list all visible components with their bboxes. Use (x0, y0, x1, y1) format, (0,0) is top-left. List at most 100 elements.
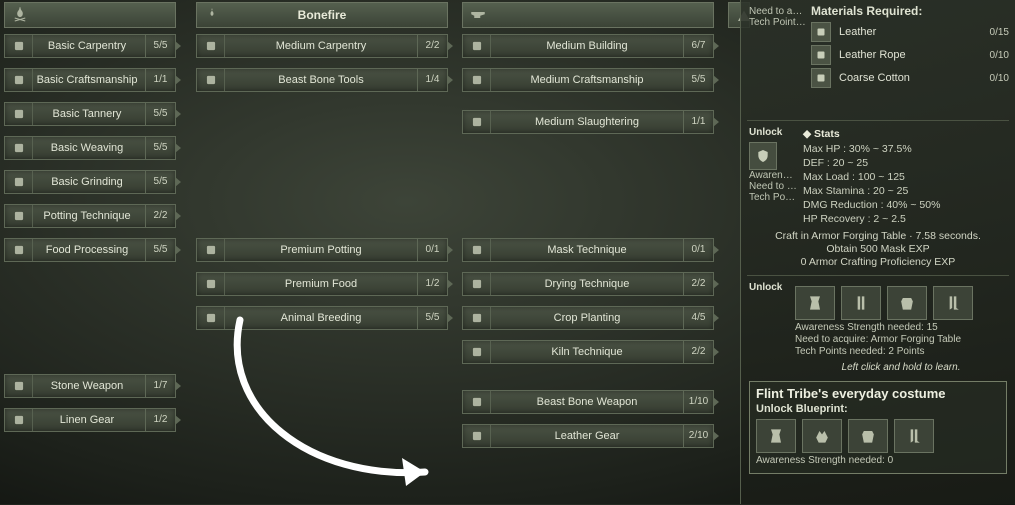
tech-node[interactable]: Leather Gear 2/10 (462, 424, 714, 448)
gear-slot-4[interactable] (933, 286, 973, 320)
tech-node[interactable]: Basic Carpentry 5/5 (4, 34, 176, 58)
material-icon (811, 22, 831, 42)
tech-label: Kiln Technique (491, 346, 683, 358)
tech-node[interactable]: Food Processing 5/5 (4, 238, 176, 262)
tech-label: Drying Technique (491, 278, 683, 290)
tech-icon (5, 171, 33, 193)
unlock-label-2: Unlock (749, 282, 789, 293)
tech-node[interactable]: Basic Weaving 5/5 (4, 136, 176, 160)
tech-node[interactable]: Medium Carpentry 2/2 (196, 34, 448, 58)
tech-progress: 5/5 (683, 69, 713, 91)
tech-progress: 4/5 (683, 307, 713, 329)
armor-icon (749, 142, 777, 170)
costume-box: Flint Tribe's everyday costume Unlock Bl… (749, 381, 1007, 474)
unlock-slots (795, 286, 1007, 320)
tech-label: Basic Weaving (33, 142, 145, 154)
blueprint-slot-4[interactable] (894, 419, 934, 453)
requirements: Awareness Strength needed: 15Need to acq… (795, 322, 1007, 358)
bonefire-icon (203, 6, 221, 24)
tech-node[interactable]: Drying Technique 2/2 (462, 272, 714, 296)
tech-node[interactable]: Basic Tannery 5/5 (4, 102, 176, 126)
tech-node[interactable]: Basic Grinding 5/5 (4, 170, 176, 194)
tech-label: Beast Bone Tools (225, 74, 417, 86)
stats-list: ◆ Stats Max HP : 30% ~ 37.5%DEF : 20 ~ 2… (803, 127, 1007, 226)
tech-node[interactable]: Stone Weapon 1/7 (4, 374, 176, 398)
tech-progress: 5/5 (145, 239, 175, 261)
tech-icon (463, 273, 491, 295)
tech-progress: 2/2 (417, 35, 447, 57)
tech-progress: 5/5 (145, 171, 175, 193)
material-icon (811, 68, 831, 88)
awareness-line: Awarene… (749, 170, 797, 181)
tech-label: Medium Carpentry (225, 40, 417, 52)
column-title: Bonefire (298, 8, 347, 22)
tech-label: Potting Technique (33, 210, 145, 222)
tech-progress: 1/10 (683, 391, 713, 413)
tech-node[interactable]: Beast Bone Weapon 1/10 (462, 390, 714, 414)
tech-node[interactable]: Kiln Technique 2/2 (462, 340, 714, 364)
tech-progress: 5/5 (417, 307, 447, 329)
tech-progress: 1/7 (145, 375, 175, 397)
tech-progress: 2/2 (683, 341, 713, 363)
stat-line: Max Stamina : 20 ~ 25 (803, 184, 1007, 198)
gear-slot-3[interactable] (887, 286, 927, 320)
gear-slot-2[interactable] (841, 286, 881, 320)
material-name: Leather Rope (839, 49, 982, 61)
tech-label: Medium Slaughtering (491, 116, 683, 128)
tech-progress: 2/2 (145, 205, 175, 227)
blueprint-slot-3[interactable] (848, 419, 888, 453)
tech-icon (197, 307, 225, 329)
tech-tree: Basic Carpentry 5/5 Basic Craftsmanship … (0, 0, 740, 504)
tech-node[interactable]: Basic Craftsmanship 1/1 (4, 68, 176, 92)
stat-line: DEF : 20 ~ 25 (803, 156, 1007, 170)
tech-column-3: Medium Building 6/7 Medium Craftsmanship… (458, 0, 718, 504)
tech-progress: 6/7 (683, 35, 713, 57)
costume-req: Awareness Strength needed: 0 (756, 455, 1000, 467)
tech-node[interactable]: Linen Gear 1/2 (4, 408, 176, 432)
tech-label: Medium Building (491, 40, 683, 52)
tech-label: Basic Grinding (33, 176, 145, 188)
tech-node[interactable]: Medium Slaughtering 1/1 (462, 110, 714, 134)
tech-node[interactable]: Premium Potting 0/1 (196, 238, 448, 262)
tech-progress: 5/5 (145, 35, 175, 57)
stat-line: Max HP : 30% ~ 37.5% (803, 142, 1007, 156)
tech-label: Leather Gear (491, 430, 683, 442)
material-count: 0/15 (990, 27, 1009, 38)
tech-node[interactable]: Beast Bone Tools 1/4 (196, 68, 448, 92)
material-row: Leather Rope 0/10 (811, 45, 1009, 65)
tech-icon (463, 425, 491, 447)
tech-icon (5, 409, 33, 431)
tech-label: Animal Breeding (225, 312, 417, 324)
tech-progress: 1/2 (145, 409, 175, 431)
tech-progress: 5/5 (145, 103, 175, 125)
tech-node[interactable]: Medium Building 6/7 (462, 34, 714, 58)
tech-node[interactable]: Crop Planting 4/5 (462, 306, 714, 330)
blueprint-slot-2[interactable] (802, 419, 842, 453)
tech-icon (197, 273, 225, 295)
techpoint-line-2: Tech Poi… (749, 192, 797, 203)
tech-icon (197, 239, 225, 261)
tech-node[interactable]: Potting Technique 2/2 (4, 204, 176, 228)
tech-icon (463, 111, 491, 133)
tech-icon (463, 69, 491, 91)
tech-column-2: Bonefire Medium Carpentry 2/2 Beast Bone… (192, 0, 452, 504)
tech-node[interactable]: Premium Food 1/2 (196, 272, 448, 296)
tech-icon (5, 69, 33, 91)
detail-panel: Need to a… Tech Point… Materials Require… (740, 0, 1015, 504)
tech-icon (197, 35, 225, 57)
column-header-bonefire: Bonefire (196, 2, 448, 28)
blueprint-slot-1[interactable] (756, 419, 796, 453)
unlock-blueprint-label: Unlock Blueprint: (756, 403, 1000, 415)
campfire-icon (11, 6, 29, 24)
tech-node[interactable]: Medium Craftsmanship 5/5 (462, 68, 714, 92)
tech-node[interactable]: Mask Technique 0/1 (462, 238, 714, 262)
column-header (4, 2, 176, 28)
tech-node[interactable]: Animal Breeding 5/5 (196, 306, 448, 330)
gear-slot-1[interactable] (795, 286, 835, 320)
material-name: Leather (839, 26, 982, 38)
material-row: Leather 0/15 (811, 22, 1009, 42)
tech-icon (5, 375, 33, 397)
tech-progress: 2/2 (683, 273, 713, 295)
tech-label: Basic Tannery (33, 108, 145, 120)
tech-icon (5, 103, 33, 125)
